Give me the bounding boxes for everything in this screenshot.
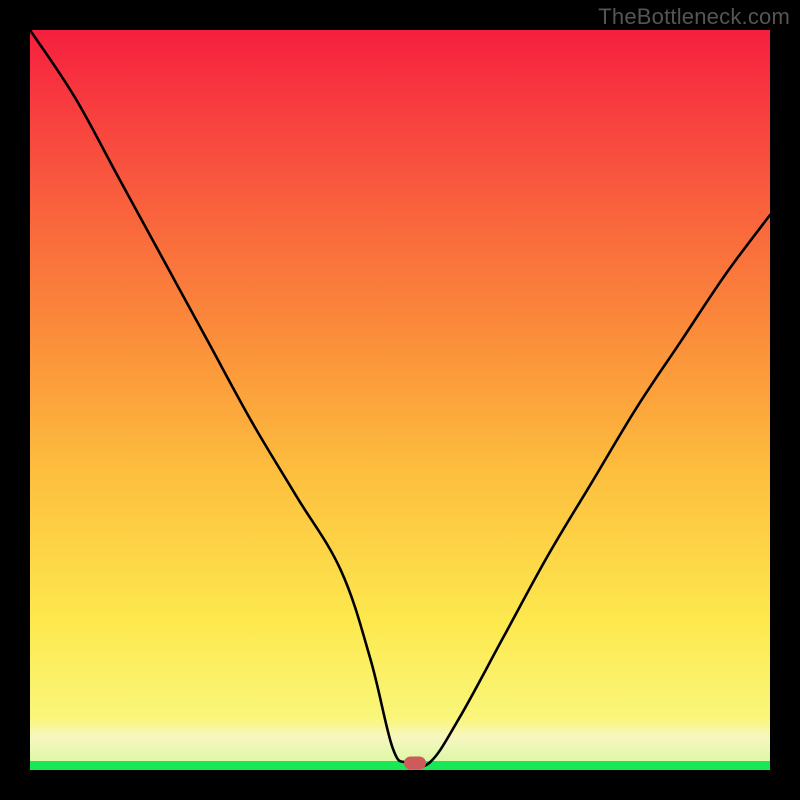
bottleneck-curve	[30, 30, 770, 770]
optimal-marker	[404, 756, 426, 769]
chart-container: TheBottleneck.com	[0, 0, 800, 800]
plot-area	[30, 30, 770, 770]
watermark-text: TheBottleneck.com	[598, 4, 790, 30]
